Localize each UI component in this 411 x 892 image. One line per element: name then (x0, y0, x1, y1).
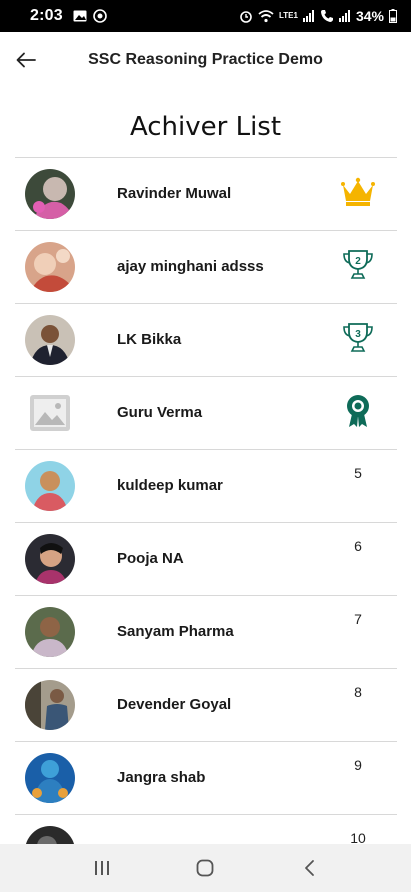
recents-button[interactable] (82, 848, 122, 888)
app-bar: SSC Reasoning Practice Demo (0, 32, 411, 88)
achiever-name: Sanyam Pharma (117, 623, 234, 640)
list-item[interactable]: LK Bikka 3 (15, 304, 397, 377)
gallery-icon (73, 10, 87, 22)
avatar (25, 753, 75, 803)
avatar (25, 680, 75, 730)
back-button[interactable] (6, 40, 46, 80)
trophy-2-icon: 2 (338, 245, 378, 285)
signal-2-icon (338, 10, 351, 22)
system-nav-bar (0, 844, 411, 892)
list-item[interactable]: Devender Goyal 8 (15, 669, 397, 742)
rank-number: 5 (354, 465, 362, 481)
lte-icon: LTE1 (279, 11, 298, 20)
status-system-icons: LTE1 34% (239, 8, 397, 24)
achiever-name: Ravinder Muwal (117, 185, 232, 202)
signal-icon (302, 10, 315, 22)
list-item[interactable]: kuldeep kumar 5 (15, 450, 397, 523)
achiever-name: kuldeep kumar (117, 477, 223, 494)
status-notification-icons (73, 9, 107, 23)
avatar (25, 169, 75, 219)
arrow-left-icon (16, 52, 36, 68)
recents-icon (94, 861, 109, 875)
trophy-3-icon: 3 (338, 318, 378, 358)
alarm-icon (239, 9, 253, 23)
home-icon (197, 859, 214, 877)
rank-number: 9 (354, 757, 362, 773)
app-title: SSC Reasoning Practice Demo (88, 51, 323, 68)
list-item[interactable]: ajay minghani adsss 2 (15, 231, 397, 304)
rank-number: 8 (354, 684, 362, 700)
back-icon (305, 860, 315, 876)
avatar (25, 461, 75, 511)
list-item[interactable]: Pooja NA 6 (15, 523, 397, 596)
list-item[interactable]: Ravinder Muwal (15, 158, 397, 231)
svg-text:3: 3 (355, 329, 361, 340)
list-item[interactable]: Sanyam Pharma 7 (15, 596, 397, 669)
list-item[interactable]: Guru Verma (15, 377, 397, 450)
rank-number: 7 (354, 611, 362, 627)
achiever-list: Ravinder Muwal ajay minghani adsss 2 LK … (15, 157, 397, 888)
wifi-icon (258, 9, 274, 23)
status-bar: 2:03 LTE1 34% (0, 0, 411, 32)
avatar (25, 242, 75, 292)
achiever-name: LK Bikka (117, 331, 182, 348)
crown-icon (338, 172, 378, 212)
achiever-name: Devender Goyal (117, 696, 232, 713)
page-title: Achiver List (129, 112, 282, 142)
achiever-name: ajay minghani adsss (117, 258, 264, 275)
medal-icon (338, 391, 378, 431)
image-placeholder-icon (25, 388, 75, 438)
status-time: 2:03 (30, 7, 63, 24)
rank-number: 6 (354, 538, 362, 554)
battery-icon (389, 9, 397, 23)
home-button[interactable] (185, 848, 225, 888)
achiever-name: Guru Verma (117, 404, 203, 421)
nav-back-button[interactable] (289, 848, 329, 888)
whatsapp-icon (93, 9, 107, 23)
svg-text:2: 2 (355, 256, 361, 267)
list-item[interactable]: Jangra shab 9 (15, 742, 397, 815)
achiever-name: Jangra shab (117, 769, 206, 786)
avatar (25, 315, 75, 365)
avatar (25, 534, 75, 584)
battery-percent: 34% (355, 8, 384, 24)
achiever-name: Pooja NA (117, 550, 184, 567)
call-icon (320, 9, 334, 23)
avatar (25, 607, 75, 657)
